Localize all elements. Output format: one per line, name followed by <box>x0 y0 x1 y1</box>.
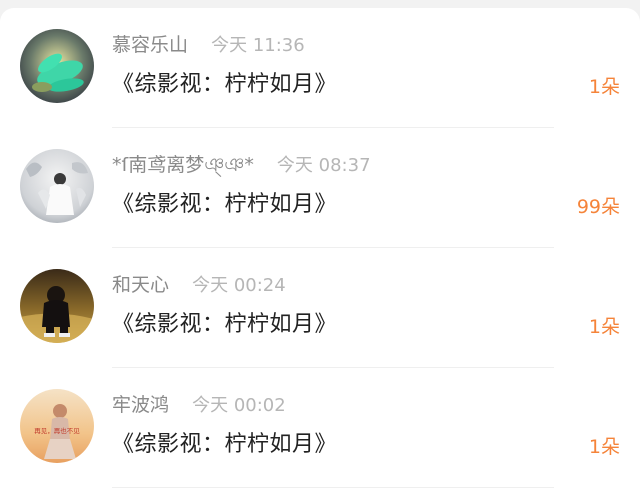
list-item[interactable]: 和天心 今天 00:24 《综影视：柠柠如月》 1朵 <box>0 248 640 368</box>
list-item[interactable]: 再见，再也不见 牢波鸿 今天 00:02 《综影视：柠柠如月》 1朵 <box>0 368 640 488</box>
avatar-image: 再见，再也不见 <box>20 389 94 463</box>
list-item[interactable]: *ſ南鸢离梦ঞ্ঞ* 今天 08:37 《综影视：柠柠如月》 99朵 <box>0 128 640 248</box>
user-name[interactable]: 牢波鸿 <box>112 394 169 416</box>
timestamp: 今天 00:02 <box>192 395 286 416</box>
book-title[interactable]: 《综影视：柠柠如月》 <box>112 308 337 342</box>
flower-count: 1朵 <box>588 436 620 458</box>
avatar-caption: 再见，再也不见 <box>34 426 80 435</box>
avatar-image <box>20 149 94 223</box>
flower-count: 1朵 <box>588 76 620 98</box>
avatar-image <box>20 29 94 103</box>
timestamp: 今天 00:24 <box>192 275 286 296</box>
flower-count: 99朵 <box>576 196 620 218</box>
avatar[interactable] <box>20 29 94 103</box>
timestamp: 今天 08:37 <box>276 155 371 176</box>
book-title[interactable]: 《综影视：柠柠如月》 <box>112 68 337 102</box>
user-name[interactable]: *ſ南鸢离梦ঞ্ঞ* <box>112 154 254 176</box>
avatar-image <box>20 269 94 343</box>
book-title[interactable]: 《综影视：柠柠如月》 <box>112 188 337 222</box>
divider <box>112 487 554 488</box>
avatar[interactable] <box>20 149 94 223</box>
item-meta: 慕容乐山 今天 11:36 <box>112 30 305 60</box>
gift-list: 慕容乐山 今天 11:36 《综影视：柠柠如月》 1朵 *ſ南鸢离梦ঞ্ঞ* 今… <box>0 8 640 500</box>
avatar[interactable]: 再见，再也不见 <box>20 389 94 463</box>
avatar[interactable] <box>20 269 94 343</box>
timestamp: 今天 11:36 <box>211 35 305 56</box>
book-title[interactable]: 《综影视：柠柠如月》 <box>112 428 337 462</box>
user-name[interactable]: 和天心 <box>112 274 169 296</box>
item-meta: 和天心 今天 00:24 <box>112 270 286 300</box>
list-item[interactable]: 慕容乐山 今天 11:36 《综影视：柠柠如月》 1朵 <box>0 8 640 128</box>
item-meta: 牢波鸿 今天 00:02 <box>112 390 286 420</box>
flower-count: 1朵 <box>588 316 620 338</box>
user-name[interactable]: 慕容乐山 <box>112 34 188 56</box>
item-meta: *ſ南鸢离梦ঞ্ঞ* 今天 08:37 <box>112 150 371 180</box>
